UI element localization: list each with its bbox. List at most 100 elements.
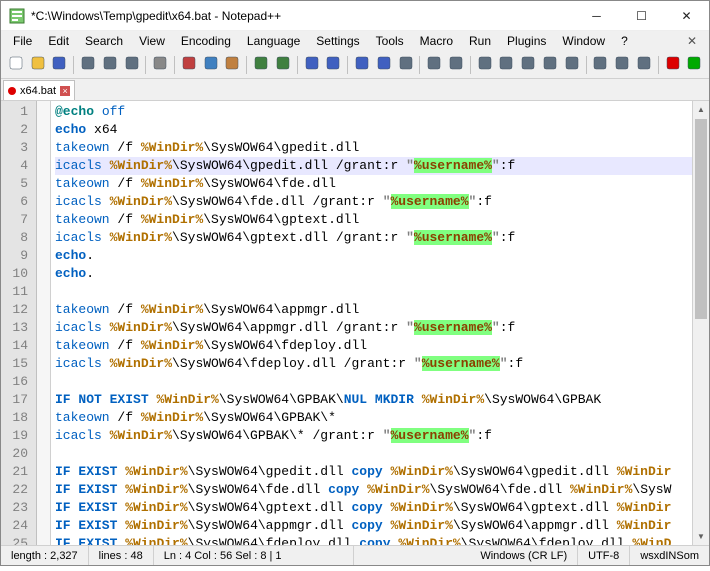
new-button[interactable] [5,54,27,76]
minimize-button[interactable]: ─ [574,1,619,30]
undo-button[interactable] [250,54,272,76]
line-number: 3 [3,139,28,157]
lang-button[interactable] [496,54,518,76]
indent-button[interactable] [474,54,496,76]
code-line[interactable]: takeown /f %WinDir%\SysWOW64\fdeploy.dll [55,337,692,355]
code-line[interactable]: echo. [55,265,692,283]
status-right: wsxdINSom [630,546,709,565]
save-all-icon [80,55,96,74]
sync-button[interactable] [395,54,417,76]
line-number: 4 [3,157,28,175]
code-line[interactable]: takeown /f %WinDir%\SysWOW64\GPBAK\* [55,409,692,427]
code-line[interactable]: takeown /f %WinDir%\SysWOW64\gpedit.dll [55,139,692,157]
save-icon [51,55,67,74]
menu-view[interactable]: View [131,32,173,50]
line-number: 19 [3,427,28,445]
code-line[interactable]: @echo off [55,103,692,121]
scroll-down-icon[interactable]: ▼ [693,528,709,545]
code-line[interactable]: echo x64 [55,121,692,139]
code-line[interactable]: takeown /f %WinDir%\SysWOW64\fde.dll [55,175,692,193]
code-line[interactable]: icacls %WinDir%\SysWOW64\appmgr.dll /gra… [55,319,692,337]
undo-icon [253,55,269,74]
paste-button[interactable] [222,54,244,76]
copy-button[interactable] [200,54,222,76]
code-line[interactable]: takeown /f %WinDir%\SysWOW64\appmgr.dll [55,301,692,319]
code-line[interactable]: icacls %WinDir%\SysWOW64\gptext.dll /gra… [55,229,692,247]
code-line[interactable]: IF EXIST %WinDir%\SysWOW64\gptext.dll co… [55,499,692,517]
folder-button[interactable] [611,54,633,76]
redo-button[interactable] [272,54,294,76]
close-button[interactable] [99,54,121,76]
code-line[interactable]: IF NOT EXIST %WinDir%\SysWOW64\GPBAK\NUL… [55,391,692,409]
zoom-in-button[interactable] [351,54,373,76]
line-number: 17 [3,391,28,409]
line-number: 24 [3,517,28,535]
scroll-up-icon[interactable]: ▲ [693,101,709,118]
code-line[interactable] [55,445,692,463]
menu-plugins[interactable]: Plugins [499,32,554,50]
menu-window[interactable]: Window [554,32,613,50]
line-number: 10 [3,265,28,283]
code-line[interactable]: IF EXIST %WinDir%\SysWOW64\fdeploy.dll c… [55,535,692,545]
code-line[interactable]: icacls %WinDir%\SysWOW64\GPBAK\* /grant:… [55,427,692,445]
close-icon [102,55,118,74]
open-button[interactable] [27,54,49,76]
wrap-button[interactable] [423,54,445,76]
status-lines: lines : 48 [89,546,154,565]
replace-button[interactable] [322,54,344,76]
code-line[interactable]: icacls %WinDir%\SysWOW64\gpedit.dll /gra… [55,157,692,175]
cut-button[interactable] [178,54,200,76]
tab-close-icon[interactable]: × [60,86,70,96]
find-button[interactable] [301,54,323,76]
vertical-scrollbar[interactable]: ▲ ▼ [692,101,709,545]
monitor-button[interactable] [633,54,655,76]
code-line[interactable]: IF EXIST %WinDir%\SysWOW64\appmgr.dll co… [55,517,692,535]
save-all-button[interactable] [77,54,99,76]
save-button[interactable] [48,54,70,76]
menu-tools[interactable]: Tools [368,32,412,50]
code-line[interactable]: IF EXIST %WinDir%\SysWOW64\fde.dll copy … [55,481,692,499]
record-button[interactable] [662,54,684,76]
menu-encoding[interactable]: Encoding [173,32,239,50]
close-all-button[interactable] [121,54,143,76]
code-line[interactable]: IF EXIST %WinDir%\SysWOW64\gpedit.dll co… [55,463,692,481]
paste-icon [224,55,240,74]
show-all-button[interactable] [445,54,467,76]
play-button[interactable] [683,54,705,76]
record-icon [665,55,681,74]
zoom-in-icon [354,55,370,74]
code-area[interactable]: @echo offecho x64takeown /f %WinDir%\Sys… [51,101,692,545]
unfold-button[interactable] [539,54,561,76]
tab-x64bat[interactable]: x64.bat × [3,80,75,100]
menu-search[interactable]: Search [77,32,131,50]
code-line[interactable]: takeown /f %WinDir%\SysWOW64\gptext.dll [55,211,692,229]
doc-map-button[interactable] [561,54,583,76]
menu-file[interactable]: File [5,32,40,50]
maximize-button[interactable]: ☐ [619,1,664,30]
scroll-thumb[interactable] [695,119,707,319]
show-all-icon [448,55,464,74]
menu-close-icon[interactable]: ✕ [679,32,705,50]
code-line[interactable] [55,283,692,301]
zoom-out-button[interactable] [373,54,395,76]
code-line[interactable]: echo. [55,247,692,265]
title-bar: *C:\Windows\Temp\gpedit\x64.bat - Notepa… [1,1,709,31]
close-button[interactable]: ✕ [664,1,709,30]
menu-help[interactable]: ? [613,32,636,50]
indent-icon [477,55,493,74]
line-number: 13 [3,319,28,337]
line-number: 22 [3,481,28,499]
line-number: 21 [3,463,28,481]
print-button[interactable] [149,54,171,76]
fold-button[interactable] [517,54,539,76]
code-line[interactable]: icacls %WinDir%\SysWOW64\fde.dll /grant:… [55,193,692,211]
code-line[interactable]: icacls %WinDir%\SysWOW64\fdeploy.dll /gr… [55,355,692,373]
menu-macro[interactable]: Macro [412,32,461,50]
code-line[interactable] [55,373,692,391]
menu-settings[interactable]: Settings [308,32,367,50]
func-list-button[interactable] [589,54,611,76]
menu-language[interactable]: Language [239,32,308,50]
menu-edit[interactable]: Edit [40,32,77,50]
menu-run[interactable]: Run [461,32,499,50]
line-number: 23 [3,499,28,517]
